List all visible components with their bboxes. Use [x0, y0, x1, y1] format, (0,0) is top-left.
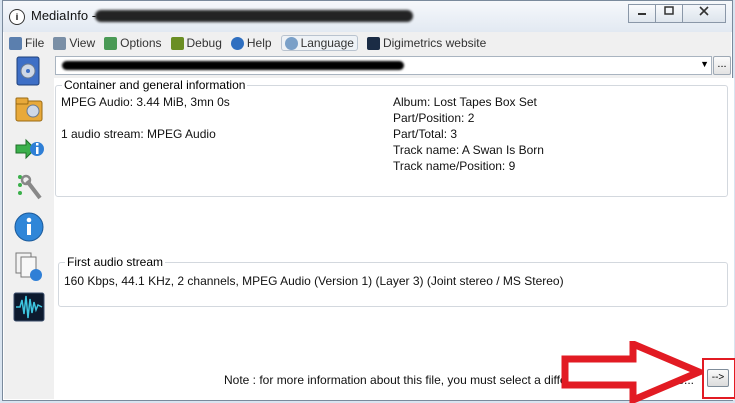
about-icon [14, 212, 44, 242]
mediainfo-window: i MediaInfo - File View Options Debug He… [2, 0, 735, 403]
minimize-button[interactable] [628, 4, 656, 23]
menu-language-label: Language [300, 36, 354, 50]
track-name-field: Track name: A Swan Is Born [393, 143, 544, 157]
menu-bar: File View Options Debug Help Language Di… [9, 34, 495, 52]
general-left-line-1: MPEG Audio: 3.44 MiB, 3mn 0s [61, 95, 230, 109]
minimize-icon [638, 13, 646, 15]
menu-help-label: Help [246, 36, 272, 50]
close-button[interactable] [682, 4, 726, 23]
menu-digimetrics-label: Digimetrics website [382, 36, 487, 50]
sidebar-waveform[interactable] [13, 291, 45, 323]
menu-view[interactable]: View [53, 36, 95, 50]
digimetrics-icon [366, 36, 380, 50]
audio-stream-group: First audio stream 160 Kbps, 44.1 KHz, 2… [58, 255, 728, 307]
open-folder-icon [15, 97, 43, 122]
sidebar-multiple-files[interactable] [13, 251, 45, 283]
browse-button[interactable]: ... [713, 56, 731, 75]
menu-help[interactable]: Help [230, 36, 272, 50]
menu-debug[interactable]: Debug [170, 36, 222, 50]
window-controls [628, 4, 726, 23]
options-menu-icon [104, 36, 118, 50]
title-bar[interactable]: i MediaInfo - [3, 1, 732, 32]
maximize-button[interactable] [655, 4, 683, 23]
menu-digimetrics-website[interactable]: Digimetrics website [366, 36, 487, 50]
chevron-down-icon[interactable]: ▼ [700, 59, 709, 69]
part-position-field: Part/Position: 2 [393, 111, 475, 125]
maximize-icon [664, 6, 674, 15]
general-info-group: Container and general information MPEG A… [55, 78, 728, 197]
waveform-icon [13, 292, 45, 322]
close-icon [699, 6, 709, 16]
audio-stream-details: 160 Kbps, 44.1 KHz, 2 channels, MPEG Aud… [64, 274, 564, 288]
debug-menu-icon [170, 36, 184, 50]
language-menu-icon [284, 36, 298, 50]
menu-debug-label: Debug [186, 36, 222, 50]
menu-options-label: Options [120, 36, 162, 50]
window-title: MediaInfo - [31, 8, 97, 23]
sidebar-export[interactable] [13, 133, 45, 165]
album-field: Album: Lost Tapes Box Set [393, 95, 537, 109]
multiple-files-icon [15, 252, 42, 281]
track-position-field: Track name/Position: 9 [393, 159, 516, 173]
menu-language[interactable]: Language [280, 35, 358, 51]
file-menu-icon [9, 36, 22, 50]
sidebar-about[interactable] [13, 211, 45, 243]
file-select-combo[interactable]: ▼ [55, 56, 712, 75]
menu-view-label: View [69, 36, 96, 50]
part-total-field: Part/Total: 3 [393, 127, 458, 141]
mediainfo-app-icon: i [9, 9, 25, 25]
highlight-box [702, 358, 735, 399]
export-icon [15, 138, 44, 160]
menu-file-label: File [25, 36, 45, 50]
redacted-file-path [95, 10, 413, 22]
menu-file[interactable]: File [9, 36, 44, 50]
help-menu-icon [230, 36, 244, 50]
sidebar-open-folder[interactable] [13, 93, 45, 125]
sidebar-open-file[interactable] [13, 55, 45, 87]
redacted-file-name [62, 61, 404, 70]
sidebar-toolbar [8, 53, 50, 395]
open-file-icon [16, 56, 40, 86]
menu-options[interactable]: Options [104, 36, 162, 50]
general-left-line-2: 1 audio stream: MPEG Audio [61, 127, 216, 141]
audio-stream-title: First audio stream [65, 255, 166, 269]
general-info-title: Container and general information [62, 78, 248, 92]
sidebar-preferences[interactable] [13, 171, 45, 203]
red-arrow-annotation-icon [561, 341, 703, 403]
preferences-icon [18, 174, 42, 200]
view-menu-icon [53, 36, 67, 50]
